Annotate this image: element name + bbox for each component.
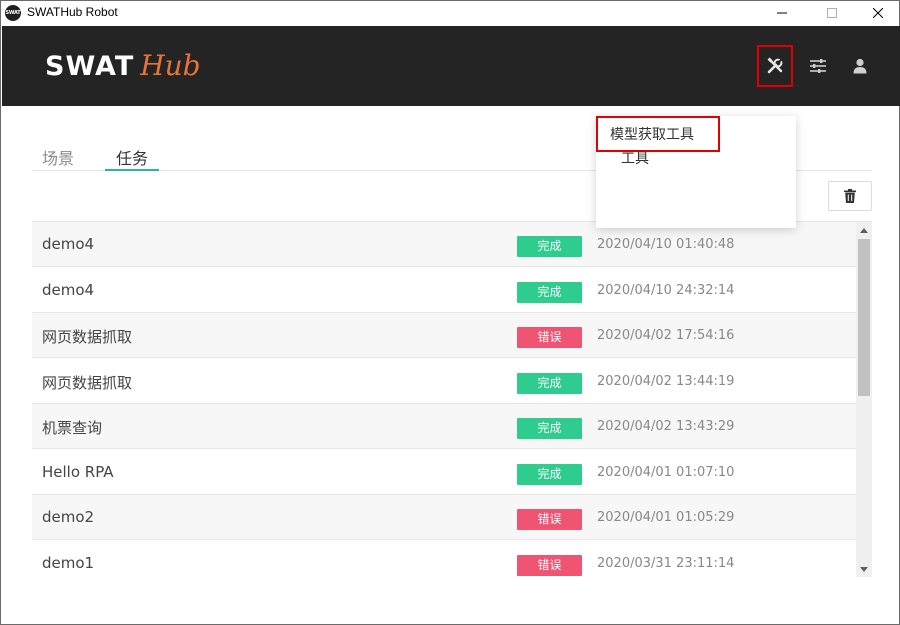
task-timestamp: 2020/04/02 17:54:16 — [597, 328, 735, 343]
task-name: demo4 — [42, 235, 95, 253]
task-timestamp: 2020/03/31 23:11:14 — [597, 555, 735, 571]
minimize-icon — [777, 12, 787, 14]
task-name: 网页数据抓取 — [42, 373, 133, 392]
task-timestamp: 2020/04/10 24:32:14 — [597, 282, 735, 298]
tools-icon — [767, 57, 783, 74]
task-name: demo2 — [42, 508, 95, 526]
scroll-up-arrow-icon — [860, 227, 868, 233]
menu-item-model-capture-tool[interactable]: 模型获取工具 — [596, 116, 720, 152]
task-row[interactable]: 网页数据抓取 错误 2020/04/02 17:54:16 — [32, 313, 856, 358]
status-badge: 完成 — [517, 463, 582, 485]
status-badge: 错误 — [517, 554, 582, 576]
task-row[interactable]: demo1 错误 2020/03/31 23:11:14 — [32, 540, 856, 577]
task-timestamp: 2020/04/02 13:43:29 — [597, 419, 735, 434]
task-name: demo4 — [42, 280, 95, 299]
app-window: SWAT SWATHub Robot SWAT Hub 场景 任务 demo4 … — [0, 0, 900, 625]
maximize-button[interactable] — [809, 1, 855, 25]
swathub-logo: SWAT Hub — [45, 49, 201, 83]
user-icon — [853, 58, 867, 74]
task-timestamp: 2020/04/02 13:44:19 — [597, 373, 735, 389]
task-timestamp: 2020/04/01 01:07:10 — [597, 464, 735, 480]
task-name: demo1 — [42, 553, 95, 572]
scroll-thumb[interactable] — [858, 239, 870, 396]
status-badge: 完成 — [517, 372, 582, 394]
app-logo-icon: SWAT — [5, 5, 21, 21]
sliders-icon — [810, 59, 826, 73]
task-row[interactable]: Hello RPA 完成 2020/04/01 01:07:10 — [32, 449, 856, 495]
scroll-up-button[interactable] — [856, 222, 872, 238]
title-bar: SWAT SWATHub Robot — [1, 1, 899, 25]
task-row[interactable]: 机票查询 完成 2020/04/02 13:43:29 — [32, 404, 856, 449]
task-row[interactable]: demo4 完成 2020/04/10 24:32:14 — [32, 267, 856, 313]
task-timestamp: 2020/04/10 01:40:48 — [597, 237, 735, 252]
close-button[interactable] — [855, 1, 900, 25]
scroll-down-button[interactable] — [856, 561, 872, 577]
minimize-button[interactable] — [759, 1, 805, 25]
close-icon — [873, 8, 883, 18]
task-row[interactable]: demo2 错误 2020/04/01 01:05:29 — [32, 495, 856, 540]
status-badge: 错误 — [517, 509, 582, 530]
menu-item-tools[interactable]: 工具 — [621, 148, 649, 168]
delete-button[interactable] — [828, 181, 872, 211]
app-header: SWAT Hub — [2, 26, 900, 106]
task-name: 网页数据抓取 — [42, 328, 133, 346]
settings-button[interactable] — [800, 45, 836, 87]
status-badge: 完成 — [517, 418, 582, 439]
logo-secondary-text: Hub — [140, 49, 201, 82]
window-title: SWATHub Robot — [27, 5, 118, 19]
task-list: demo4 完成 2020/04/10 01:40:48 demo4 完成 2020/04… — [32, 221, 872, 577]
task-name: 机票查询 — [42, 419, 103, 437]
trash-icon — [844, 189, 856, 203]
task-name: Hello RPA — [42, 462, 114, 481]
status-badge: 完成 — [517, 236, 582, 257]
tab-scenes[interactable]: 场景 — [42, 145, 74, 171]
task-row[interactable]: demo4 完成 2020/04/10 01:40:48 — [32, 222, 856, 267]
logo-primary-text: SWAT — [45, 51, 135, 82]
status-badge: 完成 — [517, 281, 582, 303]
tab-tasks[interactable]: 任务 — [105, 145, 159, 171]
tools-button[interactable] — [757, 45, 793, 87]
tools-dropdown-menu: 工具 模型获取工具 — [596, 116, 796, 228]
maximize-icon — [827, 8, 837, 18]
list-scrollbar[interactable] — [856, 222, 872, 577]
status-badge: 错误 — [517, 327, 582, 348]
scroll-down-arrow-icon — [860, 566, 868, 572]
user-button[interactable] — [842, 45, 878, 87]
task-row[interactable]: 网页数据抓取 完成 2020/04/02 13:44:19 — [32, 358, 856, 404]
task-timestamp: 2020/04/01 01:05:29 — [597, 510, 735, 525]
